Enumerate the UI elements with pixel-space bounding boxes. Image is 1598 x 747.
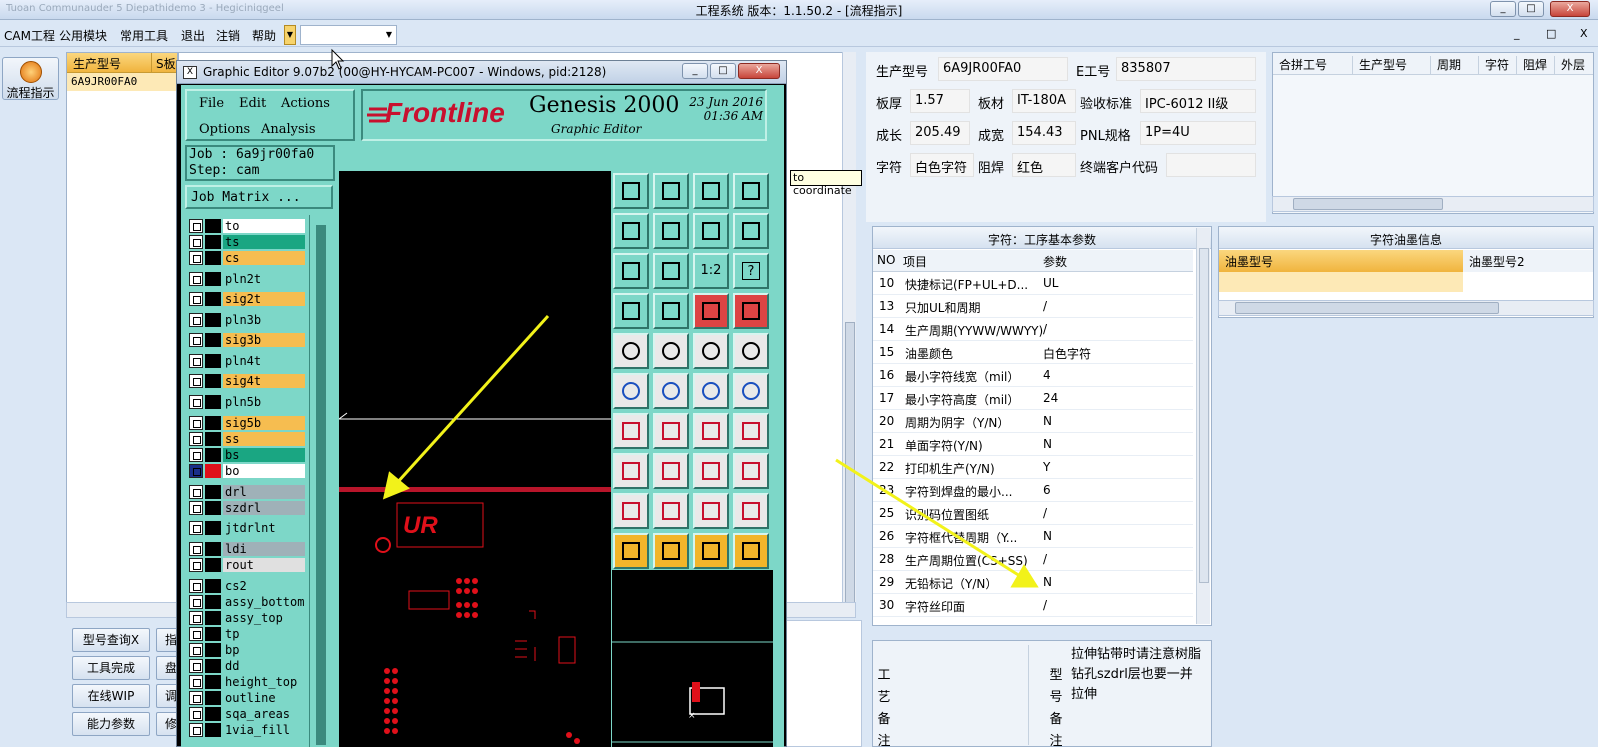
arrow-right	[835, 458, 1039, 588]
annotation-arrows	[331, 48, 1039, 588]
arrow-left	[382, 314, 550, 500]
cursor-icon	[331, 48, 345, 70]
